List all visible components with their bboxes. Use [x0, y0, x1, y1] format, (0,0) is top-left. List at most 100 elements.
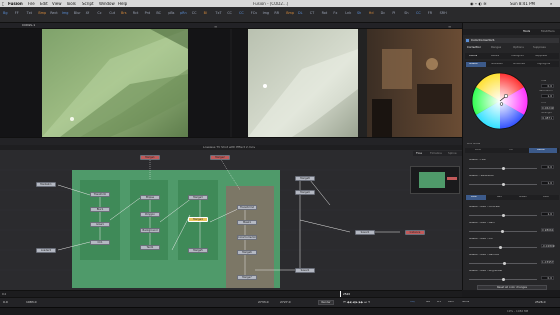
tool-button[interactable]: FCv	[251, 11, 257, 15]
readout-strength-value[interactable]: 0.4871	[541, 116, 554, 120]
viewer-left-menu-icon[interactable]: ≡	[214, 24, 217, 29]
channel-rgb[interactable]: RGB	[471, 196, 477, 199]
tool-button[interactable]: pRn	[180, 11, 187, 15]
tool-button[interactable]: CC	[192, 11, 197, 15]
tool-button[interactable]: Sh	[404, 11, 408, 15]
node-merge-8[interactable]: Merge8	[295, 176, 315, 181]
readout-hue-value[interactable]: 0.0	[541, 84, 554, 88]
toggle-aprx[interactable]: APrx	[448, 301, 454, 304]
toggle-prx[interactable]: Prx	[437, 301, 441, 304]
node-loader[interactable]: Loader2	[36, 248, 56, 253]
tab-timeline[interactable]: Timeline	[430, 152, 442, 155]
viewer-left-tab[interactable]: COD2L.1	[22, 24, 35, 27]
master-hue-knob[interactable]	[501, 167, 505, 170]
node-navigator[interactable]	[410, 166, 460, 194]
rgb-lift-value[interactable]: -0.02809	[541, 244, 555, 248]
tool-button[interactable]: FR	[428, 11, 432, 15]
rgb-lift-slider[interactable]	[469, 247, 537, 248]
node-merge-top-2[interactable]: Merge2	[210, 155, 230, 160]
rgb-contrast-knob[interactable]	[501, 214, 505, 217]
tool-button[interactable]: Hd	[369, 11, 374, 15]
tool-button[interactable]: Dc	[381, 11, 385, 15]
spotlight-icon[interactable]: ⌕	[550, 2, 552, 6]
tool-button[interactable]: Blur	[74, 11, 81, 15]
rgb-brightness-knob[interactable]	[501, 278, 505, 281]
node-transform-2[interactable]: Transform2	[237, 205, 257, 210]
node-text[interactable]: Text1	[140, 245, 160, 250]
viewer-right-menu-icon[interactable]: ≡	[448, 24, 451, 29]
range-start-field[interactable]: 0.0	[3, 301, 8, 304]
node-mask[interactable]: Mask1	[237, 220, 257, 225]
rgb-brightness-value[interactable]: 0.0	[541, 276, 554, 280]
range-midtones[interactable]: Midtones	[513, 63, 525, 66]
tool-button[interactable]: pBs	[168, 11, 174, 15]
node-background[interactable]: Background	[140, 228, 160, 233]
tool-button[interactable]: TxT	[215, 11, 221, 15]
toggle-mb[interactable]: MB	[426, 301, 430, 304]
node-enable-checkbox[interactable]	[466, 38, 469, 42]
node-merge-4[interactable]: Merge5	[188, 248, 208, 253]
color-wheel[interactable]	[469, 70, 531, 132]
subtab-options[interactable]: Options	[513, 46, 524, 49]
tool-button[interactable]: Cc	[97, 11, 101, 15]
node-mediain[interactable]: MediaIn1	[36, 182, 56, 187]
tool-button[interactable]: CC	[239, 11, 244, 15]
menu-edit[interactable]: Edit	[40, 2, 48, 6]
viewer-right[interactable]	[232, 29, 462, 137]
menu-script[interactable]: Script	[82, 2, 94, 6]
readout-sat-value[interactable]: 1.0	[541, 94, 554, 98]
node-instance[interactable]: Instance	[405, 230, 425, 235]
subtab-suppress[interactable]: Suppress	[533, 46, 546, 49]
node-merge-6[interactable]: Merge6	[237, 250, 257, 255]
tool-button[interactable]: Lnk	[345, 11, 351, 15]
rgb-lift-knob[interactable]	[498, 246, 502, 249]
tab-spline[interactable]: Spline	[448, 152, 457, 155]
menu-help[interactable]: Help	[118, 2, 127, 6]
current-frame-field[interactable]: 2733.0	[258, 301, 269, 304]
node-merge-top[interactable]: Merge1	[140, 155, 160, 160]
menu-tools[interactable]: Tools	[66, 2, 76, 6]
node-blur[interactable]: Blur1	[90, 207, 110, 212]
time-ruler[interactable]: 0.0 2520	[0, 290, 462, 298]
pick-full[interactable]: Full	[509, 149, 513, 152]
tool-button[interactable]: Brs	[121, 11, 127, 15]
tool-button[interactable]: Fx	[333, 11, 337, 15]
global-end-field[interactable]: 2526.0	[535, 301, 546, 304]
inspector-tab-modifiers[interactable]: Modifiers	[541, 30, 555, 33]
toggle-hiq[interactable]: HiQ	[410, 301, 415, 304]
tool-button[interactable]: Img	[263, 11, 269, 15]
node-cc[interactable]: CC1	[90, 240, 110, 245]
tool-button[interactable]: Pl	[392, 11, 395, 15]
range-end-field[interactable]: 1983.0	[26, 301, 37, 304]
tool-button[interactable]: BC	[156, 11, 161, 15]
tool-button[interactable]: Bmp	[38, 11, 46, 15]
tool-button[interactable]: CC	[227, 11, 232, 15]
tool-button[interactable]: CC	[416, 11, 421, 15]
channel-red[interactable]: Red	[497, 196, 502, 199]
menu-app-name[interactable]: Fusion	[8, 2, 23, 6]
tool-button[interactable]: Img	[62, 11, 68, 15]
node-merge-2[interactable]: Merge3	[188, 195, 208, 200]
node-saver[interactable]: Saver1	[355, 230, 375, 235]
viewer-left[interactable]	[0, 29, 230, 137]
tool-button[interactable]: Pnt	[145, 11, 150, 15]
mode-levels[interactable]: Levels	[491, 55, 499, 58]
range-master[interactable]: Master	[469, 63, 478, 66]
end-frame-field[interactable]: 2727.0	[280, 301, 291, 304]
subtab-correction[interactable]: Correction	[467, 46, 481, 49]
channel-green[interactable]: Green	[519, 196, 527, 199]
menu-file[interactable]: File	[28, 2, 35, 6]
node-polygon[interactable]: Polygon	[140, 212, 160, 217]
pick-better[interactable]: Better	[537, 149, 545, 152]
pick-pure[interactable]: Pure	[475, 149, 481, 152]
node-merge-7[interactable]: Merge7	[237, 275, 257, 280]
node-merge-5[interactable]: Saver1	[295, 268, 315, 273]
rgb-gain-value[interactable]: 0.98061	[541, 228, 554, 232]
tool-button[interactable]: Bg	[3, 11, 7, 15]
subtab-ranges[interactable]: Ranges	[491, 46, 501, 49]
node-glow[interactable]: Glow1	[90, 222, 110, 227]
mode-histogram[interactable]: Histogram	[511, 55, 524, 58]
tool-button[interactable]: CT	[310, 11, 314, 15]
node-ellipse[interactable]: Ellipse	[140, 195, 160, 200]
tool-button[interactable]: Xf	[86, 11, 90, 15]
